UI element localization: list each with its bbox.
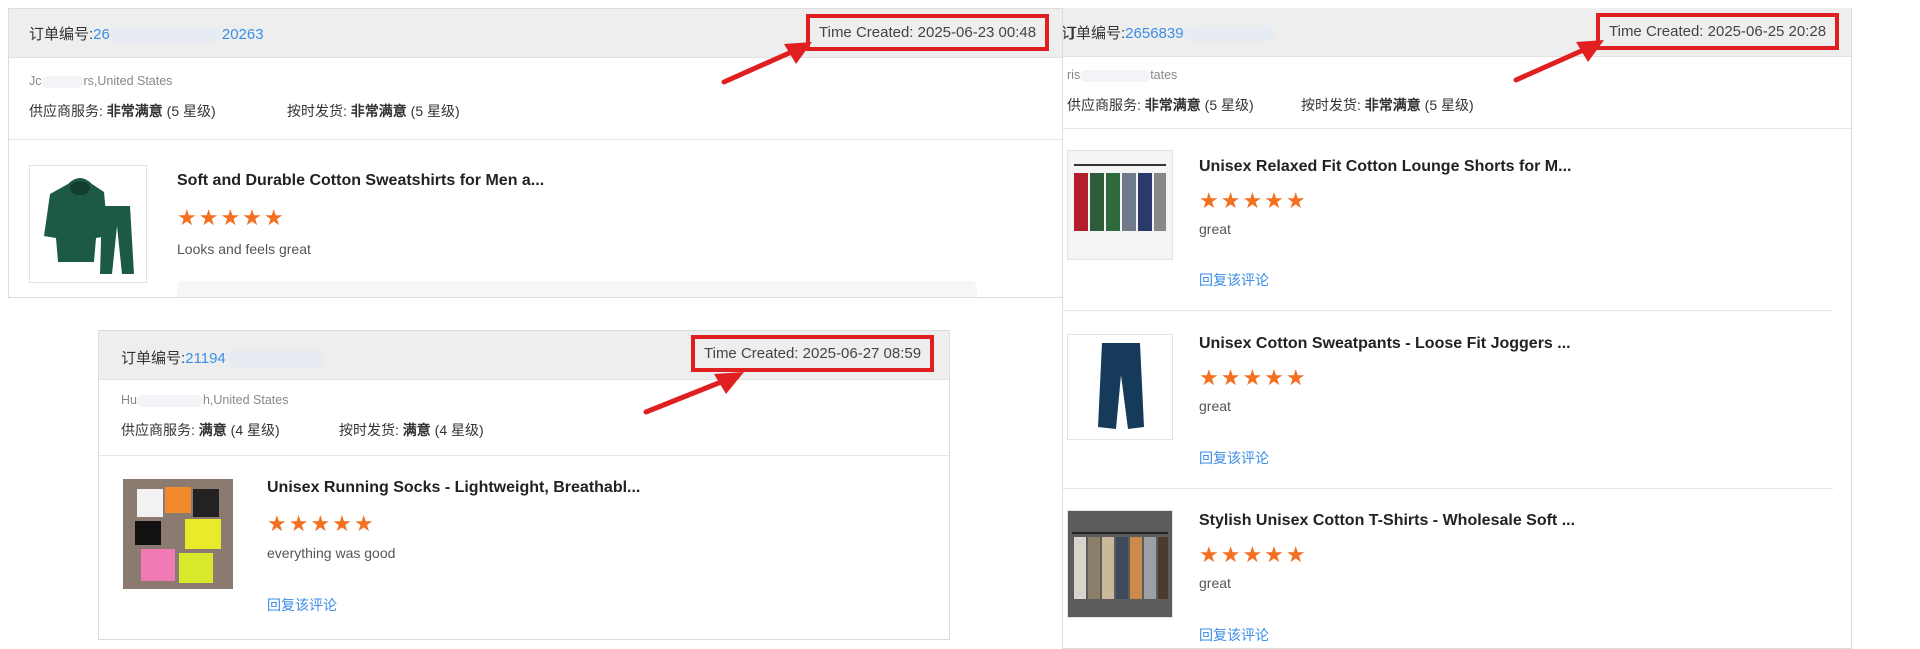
time-created: Time Created: 2025-06-27 08:59 bbox=[691, 335, 935, 372]
buyer-location: Jc rs,United States bbox=[29, 74, 173, 88]
divider bbox=[1063, 488, 1833, 489]
arrow-annotation-icon bbox=[1513, 40, 1604, 83]
product-image-hoodie-set[interactable] bbox=[29, 165, 147, 283]
star-rating: ★★★★★ bbox=[177, 205, 286, 230]
product-image-socks[interactable] bbox=[123, 479, 233, 589]
review-text: great bbox=[1199, 221, 1231, 237]
time-created: Time Created: 2025-06-23 00:48 bbox=[806, 14, 1050, 51]
reply-review-link[interactable]: 回复该评论 bbox=[267, 595, 337, 615]
on-time-shipping-rating: 按时发货: 非常满意 (5 星级) bbox=[287, 103, 460, 119]
order-card-2: 订单编号:21194 Time Created: 2025-06-27 08:5… bbox=[98, 330, 950, 640]
on-time-shipping-rating: 按时发货: 非常满意 (5 星级) bbox=[1301, 97, 1474, 113]
reply-box[interactable] bbox=[177, 281, 977, 297]
supplier-service-rating: 供应商服务: 非常满意 (5 星级) bbox=[29, 103, 216, 119]
order-number-link[interactable]: 21194 bbox=[185, 350, 324, 369]
product-title[interactable]: Unisex Relaxed Fit Cotton Lounge Shorts … bbox=[1199, 158, 1571, 176]
order-card-3: 订订单编号:2656839 Time Created: 2025-06-25 2… bbox=[1062, 8, 1852, 649]
divider bbox=[99, 455, 949, 456]
product-title[interactable]: Unisex Running Socks - Lightweight, Brea… bbox=[267, 479, 640, 497]
buyer-location: ris tates bbox=[1067, 68, 1178, 82]
product-title[interactable]: Stylish Unisex Cotton T-Shirts - Wholesa… bbox=[1199, 512, 1575, 530]
reply-review-link[interactable]: 回复该评论 bbox=[1199, 625, 1269, 645]
star-rating: ★★★★★ bbox=[267, 511, 376, 536]
star-rating: ★★★★★ bbox=[1199, 542, 1308, 567]
buyer-location: Hu h,United States bbox=[121, 393, 289, 407]
product-image-shorts[interactable] bbox=[1067, 150, 1173, 260]
supplier-service-rating: 供应商服务: 非常满意 (5 星级) bbox=[1067, 97, 1254, 113]
supplier-service-rating: 供应商服务: 满意 (4 星级) bbox=[121, 422, 280, 438]
time-created: Time Created: 2025-06-25 20:28 bbox=[1596, 13, 1840, 50]
review-text: great bbox=[1199, 398, 1231, 414]
on-time-shipping-rating: 按时发货: 满意 (4 星级) bbox=[339, 422, 484, 438]
arrow-annotation-icon bbox=[721, 42, 812, 85]
divider bbox=[9, 139, 1065, 140]
product-image-tshirts[interactable] bbox=[1067, 510, 1173, 618]
order-number: 订单编号:26 20263 bbox=[29, 26, 264, 44]
product-title[interactable]: Soft and Durable Cotton Sweatshirts for … bbox=[177, 172, 544, 190]
order-card-1: 订单编号:26 20263 Time Created: 2025-06-23 00… bbox=[8, 8, 1066, 298]
product-image-sweatpants[interactable] bbox=[1067, 334, 1173, 440]
divider bbox=[1063, 310, 1833, 311]
order-number: 订订单编号:2656839 bbox=[1063, 22, 1274, 43]
review-text: Looks and feels great bbox=[177, 241, 311, 257]
order-number: 订单编号:21194 bbox=[121, 347, 324, 369]
star-rating: ★★★★★ bbox=[1199, 365, 1308, 390]
review-text: everything was good bbox=[267, 545, 396, 561]
reply-review-link[interactable]: 回复该评论 bbox=[1199, 448, 1269, 468]
order-number-link[interactable]: 26 20263 bbox=[93, 26, 264, 44]
arrow-annotation-icon bbox=[643, 372, 744, 415]
divider bbox=[1063, 128, 1851, 129]
product-title[interactable]: Unisex Cotton Sweatpants - Loose Fit Jog… bbox=[1199, 335, 1571, 353]
review-text: great bbox=[1199, 575, 1231, 591]
reply-review-link[interactable]: 回复该评论 bbox=[1199, 270, 1269, 290]
star-rating: ★★★★★ bbox=[1199, 188, 1308, 213]
order-number-link[interactable]: 2656839 bbox=[1125, 25, 1274, 43]
